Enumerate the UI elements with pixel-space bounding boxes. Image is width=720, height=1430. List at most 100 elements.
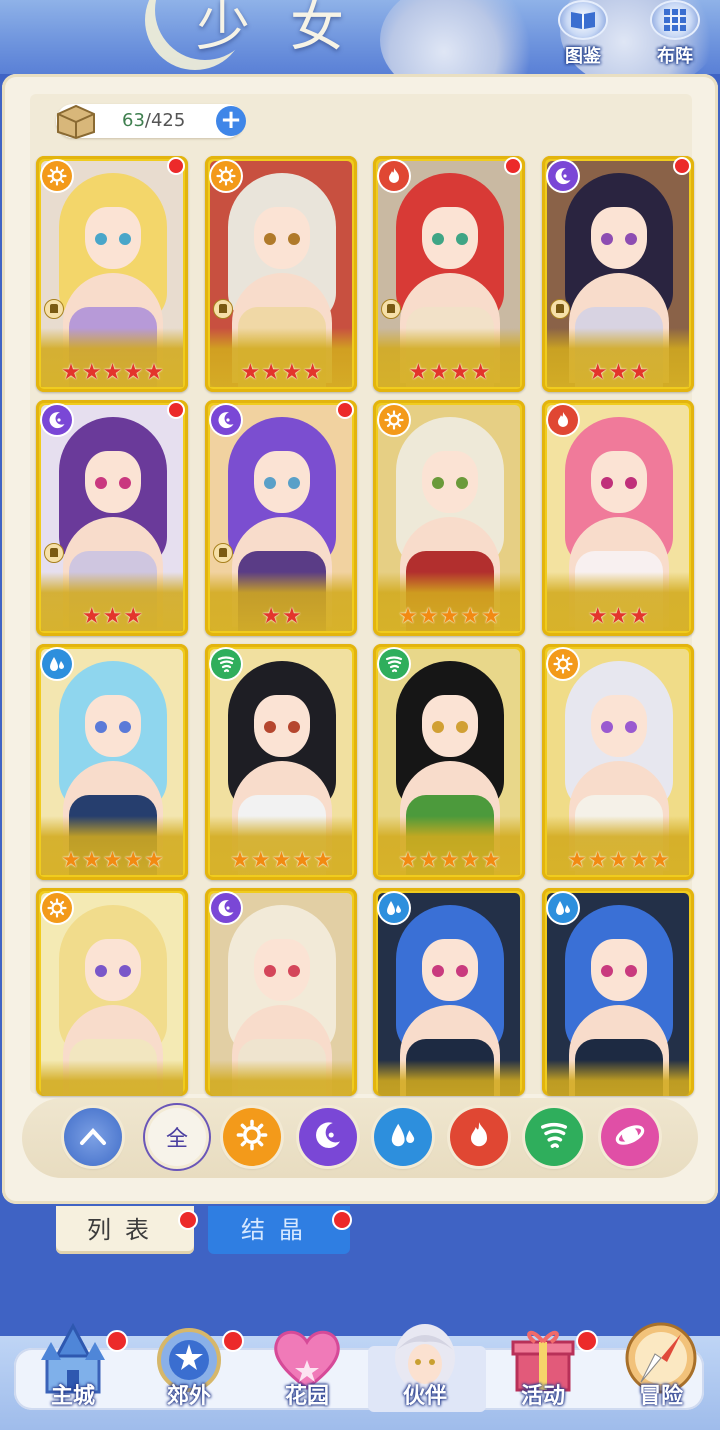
flame-icon [463,1119,495,1155]
nav-item-2[interactable]: 花园 [252,1300,362,1420]
name-plate [547,1060,689,1096]
star-rating: ★★★ [542,606,694,628]
nav-item-0[interactable]: 主城 [18,1300,128,1420]
star-icon: ★ [102,848,123,873]
star-icon: ★ [418,604,439,629]
whirlwind-icon [211,649,241,679]
filter-wind-button[interactable] [525,1108,583,1166]
nav-notification-dot [222,1330,244,1352]
partner-card[interactable]: ★★★ [542,156,694,392]
star-icon: ★ [429,360,449,385]
star-icon: ★ [650,848,670,873]
partner-card[interactable]: ★★★★★ [542,644,694,880]
codex-label: 图鉴 [565,46,601,67]
rank-badge-icon [381,299,401,319]
star-icon: ★ [250,848,271,873]
nav-notification-dot [106,1330,128,1352]
sun-icon [548,649,578,679]
filter-collapse-button[interactable] [64,1108,122,1166]
nav-notification-dot [576,1330,598,1352]
filter-fire-button[interactable] [450,1108,508,1166]
star-icon: ★ [261,360,281,385]
moon-icon [548,161,578,191]
name-plate [210,1060,352,1096]
filter-light-button[interactable] [223,1108,281,1166]
star-icon: ★ [302,360,323,385]
codex-button[interactable]: 图鉴 [552,0,614,67]
partner-card[interactable]: ★★★★★ [373,644,525,880]
star-icon: ★ [460,604,480,629]
sun-icon [379,405,409,435]
page-title: 少女 [196,0,384,58]
star-rating: ★★ [205,606,357,628]
nav-label: 花园 [284,1384,329,1409]
star-icon: ★ [261,604,281,629]
partner-card[interactable]: ★★★★ [373,156,525,392]
star-icon: ★ [81,848,102,873]
tab-list[interactable]: 列表 [56,1206,194,1254]
partner-card[interactable]: ★★ [205,400,357,636]
star-icon: ★ [398,604,418,629]
star-icon: ★ [61,360,81,385]
filter-special-button[interactable] [601,1108,659,1166]
top-banner: 少女 图鉴 布阵 [0,0,720,74]
star-icon: ★ [144,360,164,385]
star-icon: ★ [282,604,302,629]
filter-dark-button[interactable] [299,1108,357,1166]
star-icon: ★ [587,360,608,385]
partner-card[interactable]: ★★★★★ [36,156,188,392]
nav-label: 主城 [50,1384,95,1409]
star-icon: ★ [282,360,302,385]
star-icon: ★ [102,360,123,385]
star-icon: ★ [240,360,261,385]
star-icon: ★ [608,604,629,629]
partner-card[interactable]: ★★★★★ [373,400,525,636]
star-rating: ★★★★★ [36,850,188,872]
star-icon: ★ [144,848,164,873]
partner-card[interactable] [36,888,188,1096]
star-icon: ★ [587,848,608,873]
partner-card[interactable]: ★★★★★ [205,644,357,880]
partner-card[interactable] [542,888,694,1096]
flame-icon [548,405,578,435]
star-icon: ★ [587,604,608,629]
notification-dot [673,157,691,175]
storage-current: 63 [122,110,145,131]
partner-card[interactable] [205,888,357,1096]
element-filter-bar [22,1098,698,1178]
star-icon: ★ [460,848,480,873]
orbit-icon [614,1119,646,1155]
star-icon: ★ [608,848,629,873]
tab-crystal-notification-dot [332,1210,352,1230]
nav-item-5[interactable]: 冒险 [606,1300,716,1420]
star-icon: ★ [450,360,470,385]
water-drop-icon [387,1119,419,1155]
nav-label: 郊外 [166,1384,211,1409]
partner-card[interactable]: ★★★★★ [36,644,188,880]
notification-dot [504,157,522,175]
water-drop-icon [42,649,72,679]
star-icon: ★ [123,848,143,873]
partner-card[interactable]: ★★★★ [205,156,357,392]
moon-icon [211,405,241,435]
nav-item-3[interactable]: 伙伴 [370,1300,480,1420]
storage-count: 63/425 [122,110,185,131]
formation-label: 布阵 [657,46,693,67]
star-icon: ★ [567,848,587,873]
nav-item-4[interactable]: 活动 [488,1300,598,1420]
formation-button[interactable]: 布阵 [644,0,706,67]
nav-label: 冒险 [638,1384,683,1409]
filter-all-button[interactable]: 全 [148,1108,206,1166]
expand-storage-button[interactable]: + [216,106,246,136]
partner-card[interactable]: ★★★ [36,400,188,636]
partner-card[interactable] [373,888,525,1096]
partner-card[interactable]: ★★★ [542,400,694,636]
nav-label: 伙伴 [402,1384,447,1409]
star-icon: ★ [398,848,418,873]
nav-item-1[interactable]: 郊外 [134,1300,244,1420]
star-icon: ★ [481,848,501,873]
storage-box-icon [57,104,95,140]
filter-water-button[interactable] [374,1108,432,1166]
tab-crystal[interactable]: 结晶 [208,1206,350,1254]
moon-icon [312,1119,344,1155]
